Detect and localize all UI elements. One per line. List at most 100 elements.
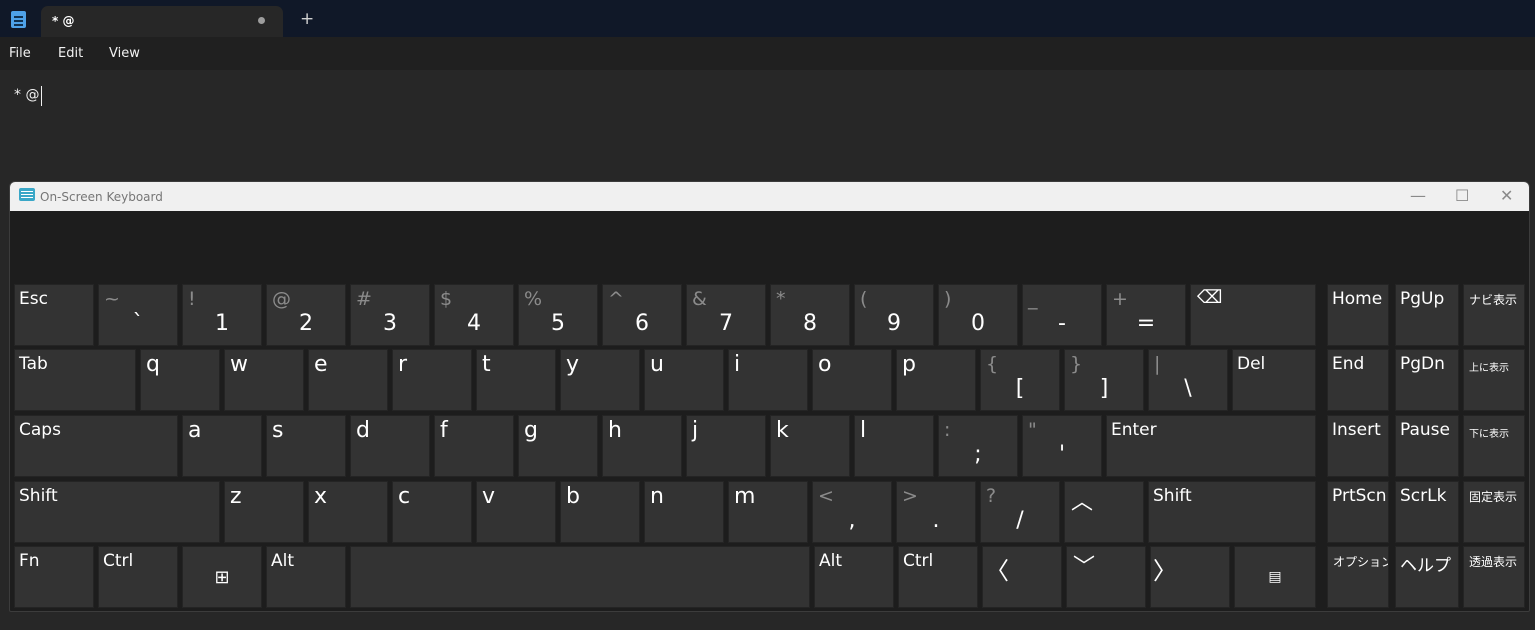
nav-key-4-2[interactable]: 透過表示: [1463, 546, 1525, 608]
key-5[interactable]: % 5: [518, 284, 598, 346]
key-backtick[interactable]: ~ `: [98, 284, 178, 346]
key-u[interactable]: u: [644, 349, 724, 411]
nav-key-1-2[interactable]: 上に表示: [1463, 349, 1525, 411]
nav-key-0-1[interactable]: PgUp: [1395, 284, 1459, 346]
key-y[interactable]: y: [560, 349, 640, 411]
new-tab-button[interactable]: +: [300, 9, 314, 29]
key-alt[interactable]: Alt: [814, 546, 894, 608]
key-n[interactable]: n: [644, 481, 724, 543]
nav-key-3-0[interactable]: PrtScn: [1327, 481, 1389, 543]
nav-key-3-1[interactable]: ScrLk: [1395, 481, 1459, 543]
key-backspace[interactable]: ⌫: [1190, 284, 1316, 346]
key-down-arrow[interactable]: ﹀: [1066, 546, 1146, 608]
maximize-button[interactable]: ☐: [1455, 186, 1469, 205]
key-i[interactable]: i: [728, 349, 808, 411]
key-c[interactable]: c: [392, 481, 472, 543]
key-del[interactable]: Del: [1232, 349, 1316, 411]
key-slash[interactable]: ? /: [980, 481, 1060, 543]
key-label: ナビ表示: [1469, 293, 1518, 307]
key-semicolon[interactable]: :;: [938, 415, 1018, 477]
unsaved-dot-icon[interactable]: [258, 17, 265, 24]
key-m[interactable]: m: [728, 481, 808, 543]
key-fn[interactable]: Fn: [14, 546, 94, 608]
nav-key-4-1[interactable]: ヘルプ: [1395, 546, 1459, 608]
key-4[interactable]: $4: [434, 284, 514, 346]
key-shift-label: >: [902, 485, 918, 507]
key-space[interactable]: [350, 546, 810, 608]
key-g[interactable]: g: [518, 415, 598, 477]
key-context-menu[interactable]: ▤: [1234, 546, 1316, 608]
key-3[interactable]: #3: [350, 284, 430, 346]
nav-key-2-2[interactable]: 下に表示: [1463, 415, 1525, 477]
key-label: 下に表示: [1469, 429, 1509, 440]
key-p[interactable]: p: [896, 349, 976, 411]
key-label: Caps: [19, 420, 61, 440]
key-right-arrow[interactable]: 〉: [1150, 546, 1230, 608]
menu-edit[interactable]: Edit: [58, 46, 83, 61]
key-shift[interactable]: Shift: [1148, 481, 1316, 543]
key-comma[interactable]: <,: [812, 481, 892, 543]
key-right-bracket[interactable]: }]: [1064, 349, 1144, 411]
key-z[interactable]: z: [224, 481, 304, 543]
down-arrow-icon: ﹀: [1073, 555, 1096, 580]
key-j[interactable]: j: [686, 415, 766, 477]
nav-key-0-2[interactable]: ナビ表示: [1463, 284, 1525, 346]
key-9[interactable]: (9: [854, 284, 934, 346]
key-esc[interactable]: Esc: [14, 284, 94, 346]
key-backslash[interactable]: | \: [1148, 349, 1228, 411]
key-x[interactable]: x: [308, 481, 388, 543]
key-shift[interactable]: Shift: [14, 481, 220, 543]
key-k[interactable]: k: [770, 415, 850, 477]
nav-key-1-1[interactable]: PgDn: [1395, 349, 1459, 411]
nav-key-4-0[interactable]: オプション: [1327, 546, 1389, 608]
key-t[interactable]: t: [476, 349, 556, 411]
key-period[interactable]: >.: [896, 481, 976, 543]
nav-key-0-0[interactable]: Home: [1327, 284, 1389, 346]
close-button[interactable]: ✕: [1500, 186, 1513, 205]
key-alt[interactable]: Alt: [266, 546, 346, 608]
key-enter[interactable]: Enter: [1106, 415, 1316, 477]
key-left-bracket[interactable]: {[: [980, 349, 1060, 411]
key-r[interactable]: r: [392, 349, 472, 411]
key-e[interactable]: e: [308, 349, 388, 411]
key-ctrl[interactable]: Ctrl: [898, 546, 978, 608]
key-up-arrow[interactable]: ︿: [1064, 481, 1144, 543]
key-0[interactable]: ) 0: [938, 284, 1018, 346]
minimize-button[interactable]: —: [1410, 186, 1426, 205]
key-f[interactable]: f: [434, 415, 514, 477]
key-a[interactable]: a: [182, 415, 262, 477]
key-w[interactable]: w: [224, 349, 304, 411]
key-label: Pause: [1400, 420, 1450, 440]
menu-file[interactable]: File: [9, 46, 31, 61]
key-minus[interactable]: _ -: [1022, 284, 1102, 346]
nav-key-1-0[interactable]: End: [1327, 349, 1389, 411]
key-ctrl[interactable]: Ctrl: [98, 546, 178, 608]
key-label: a: [188, 418, 202, 443]
key-6[interactable]: ^ 6: [602, 284, 682, 346]
menu-view[interactable]: View: [109, 46, 140, 61]
key-q[interactable]: q: [140, 349, 220, 411]
key-label: PgDn: [1400, 354, 1445, 374]
key-s[interactable]: s: [266, 415, 346, 477]
key-1[interactable]: ! 1: [182, 284, 262, 346]
key-left-arrow[interactable]: 〈: [982, 546, 1062, 608]
key-label: =: [1136, 311, 1156, 336]
key-o[interactable]: o: [812, 349, 892, 411]
key-tab[interactable]: Tab: [14, 349, 136, 411]
key-8[interactable]: * 8: [770, 284, 850, 346]
nav-key-2-1[interactable]: Pause: [1395, 415, 1459, 477]
key-equals[interactable]: + =: [1106, 284, 1186, 346]
document-tab[interactable]: * @: [41, 6, 283, 37]
key-7[interactable]: & 7: [686, 284, 766, 346]
nav-key-3-2[interactable]: 固定表示: [1463, 481, 1525, 543]
key-l[interactable]: l: [854, 415, 934, 477]
key-v[interactable]: v: [476, 481, 556, 543]
key-caps[interactable]: Caps: [14, 415, 178, 477]
key-2[interactable]: @2: [266, 284, 346, 346]
key-b[interactable]: b: [560, 481, 640, 543]
key-windows[interactable]: ⊞: [182, 546, 262, 608]
key-d[interactable]: d: [350, 415, 430, 477]
nav-key-2-0[interactable]: Insert: [1327, 415, 1389, 477]
key-quote[interactable]: " ': [1022, 415, 1102, 477]
key-h[interactable]: h: [602, 415, 682, 477]
